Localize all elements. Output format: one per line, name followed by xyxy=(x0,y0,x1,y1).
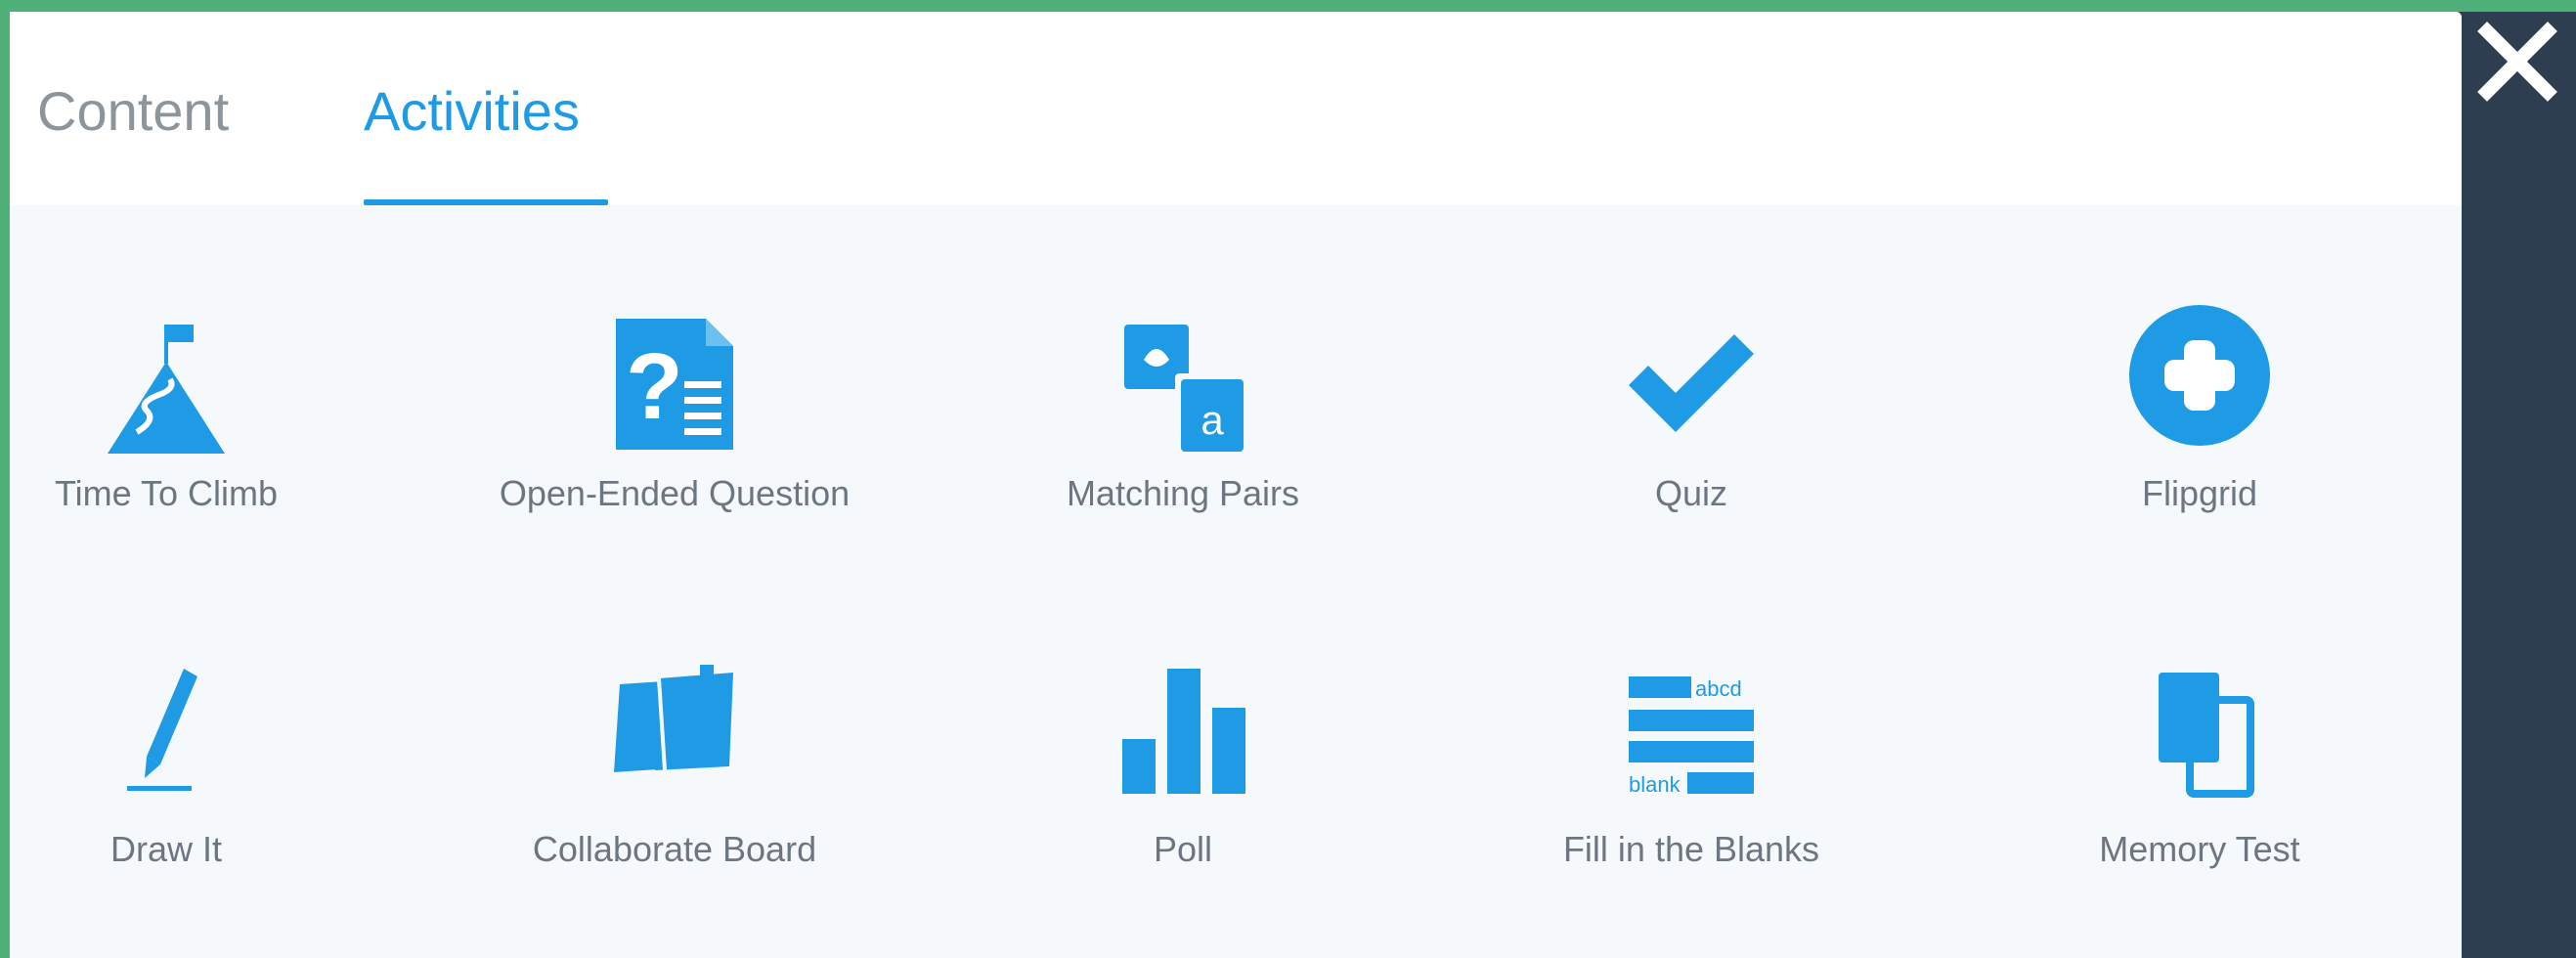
close-icon xyxy=(2477,22,2557,102)
svg-text:abcd: abcd xyxy=(1695,676,1742,701)
tab-bar: Content Activities xyxy=(10,12,2462,205)
activity-label: Collaborate Board xyxy=(532,829,817,869)
window-frame-left xyxy=(0,0,10,958)
activity-flipgrid[interactable]: Flipgrid xyxy=(1965,305,2434,598)
mountain-flag-icon xyxy=(88,305,244,461)
checkmark-icon xyxy=(1613,305,1769,461)
activity-draw-it[interactable]: Draw It xyxy=(10,655,401,948)
activity-label: Open-Ended Question xyxy=(499,473,851,513)
svg-text:blank: blank xyxy=(1629,772,1681,797)
memory-cards-icon xyxy=(2121,655,2278,811)
tab-content[interactable]: Content xyxy=(37,72,229,151)
tab-activities[interactable]: Activities xyxy=(364,72,580,151)
window-frame-top xyxy=(0,0,2576,12)
activity-open-ended-question[interactable]: ? Open-Ended Question xyxy=(440,305,909,598)
svg-text:a: a xyxy=(1201,397,1224,443)
activity-time-to-climb[interactable]: Time To Climb xyxy=(10,305,401,598)
pencil-icon xyxy=(88,655,244,811)
activities-panel: Content Activities Time To Climb ? Open-… xyxy=(10,12,2462,958)
plus-circle-icon xyxy=(2121,305,2278,461)
activity-label: Poll xyxy=(1153,829,1213,869)
activity-collaborate-board[interactable]: Collaborate Board xyxy=(440,655,909,948)
activity-memory-test[interactable]: Memory Test xyxy=(1965,655,2434,948)
board-icon xyxy=(596,655,753,811)
question-document-icon: ? xyxy=(596,305,753,461)
active-tab-indicator xyxy=(364,199,608,205)
activity-quiz[interactable]: Quiz xyxy=(1457,305,1926,598)
activity-fill-in-the-blanks[interactable]: abcd blank Fill in the Blanks xyxy=(1457,655,1926,948)
svg-text:?: ? xyxy=(626,334,683,439)
matching-pairs-icon: a xyxy=(1105,305,1261,461)
activity-matching-pairs[interactable]: a Matching Pairs xyxy=(948,305,1418,598)
activity-label: Fill in the Blanks xyxy=(1562,829,1820,869)
fill-blanks-icon: abcd blank xyxy=(1613,655,1769,811)
bar-chart-icon xyxy=(1105,655,1261,811)
activity-label: Time To Climb xyxy=(54,473,279,513)
activity-label: Matching Pairs xyxy=(1066,473,1300,513)
activity-poll[interactable]: Poll xyxy=(948,655,1418,948)
activity-label: Quiz xyxy=(1654,473,1728,513)
activity-label: Memory Test xyxy=(2099,829,2300,869)
activity-label: Draw It xyxy=(109,829,222,869)
activity-label: Flipgrid xyxy=(2141,473,2258,513)
close-button[interactable] xyxy=(2473,18,2561,106)
